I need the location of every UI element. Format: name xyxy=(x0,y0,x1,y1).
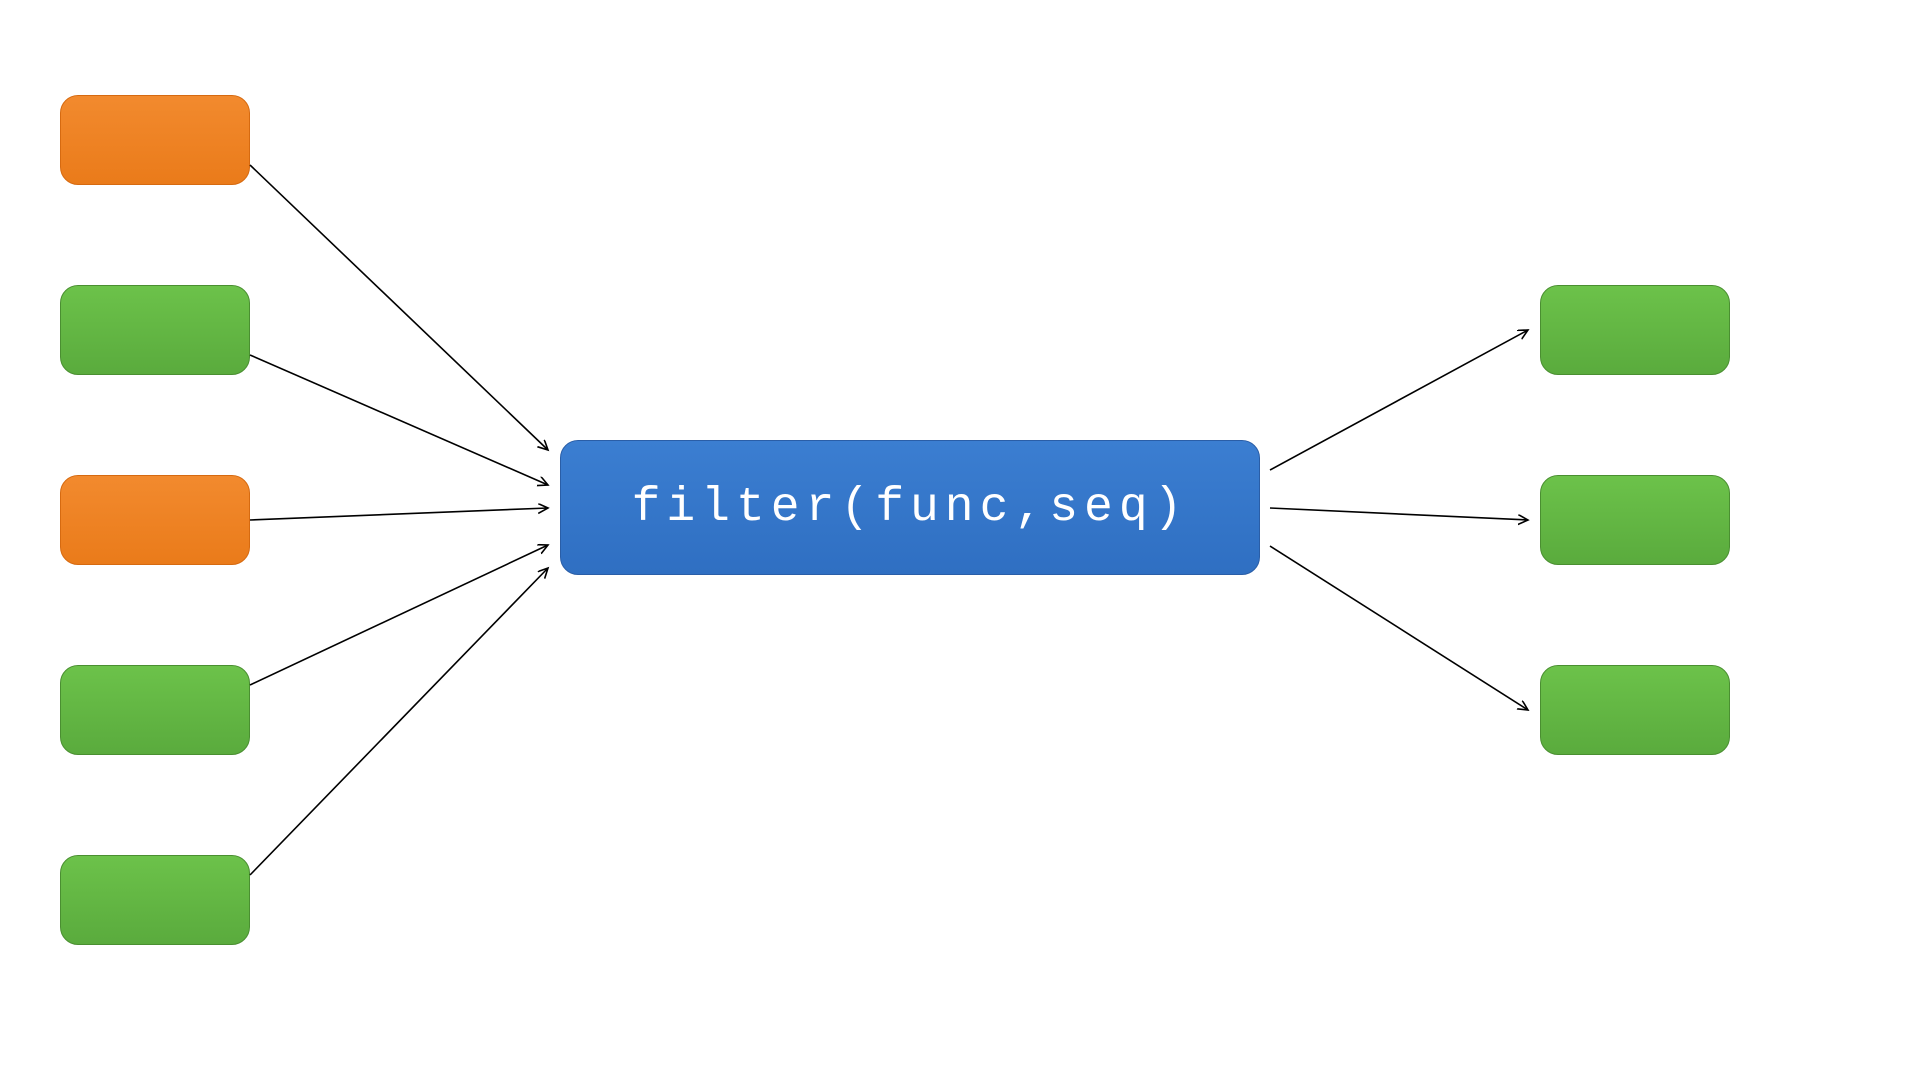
arrow-out-2 xyxy=(1270,508,1528,520)
filter-function-label: filter(func,seq) xyxy=(632,481,1189,535)
input-block-2 xyxy=(60,285,250,375)
diagram-stage: filter(func,seq) xyxy=(0,0,1920,1080)
arrow-out-1 xyxy=(1270,330,1528,470)
output-block-1 xyxy=(1540,285,1730,375)
arrow-in-2 xyxy=(250,355,548,485)
arrow-out-3 xyxy=(1270,546,1528,710)
arrow-in-1 xyxy=(250,165,548,450)
input-block-3 xyxy=(60,475,250,565)
input-block-5 xyxy=(60,855,250,945)
arrow-in-4 xyxy=(250,545,548,685)
arrow-in-3 xyxy=(250,508,548,520)
arrow-in-5 xyxy=(250,568,548,875)
input-block-4 xyxy=(60,665,250,755)
output-block-2 xyxy=(1540,475,1730,565)
input-block-1 xyxy=(60,95,250,185)
filter-function-block: filter(func,seq) xyxy=(560,440,1260,575)
output-block-3 xyxy=(1540,665,1730,755)
